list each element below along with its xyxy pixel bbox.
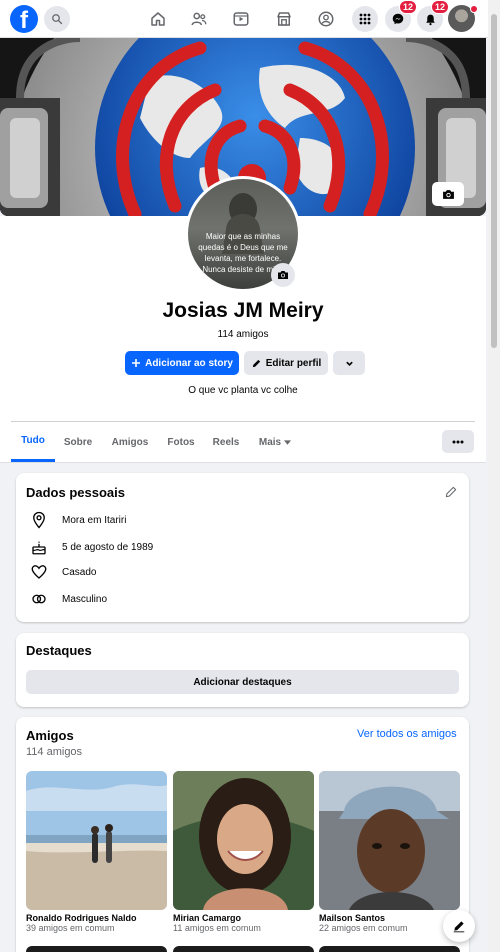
bell-icon <box>425 14 435 25</box>
home-nav-button[interactable] <box>148 9 168 29</box>
selfie-photo <box>319 771 460 910</box>
highlights-title: Destaques <box>26 643 92 658</box>
scrollbar-thumb[interactable] <box>491 14 497 348</box>
friends-count: 114 amigos <box>26 746 83 758</box>
friend-card[interactable]: Ronaldo Rodrigues Naldo 39 amigos em com… <box>26 771 167 933</box>
profile-tabs: Tudo Sobre Amigos Fotos Reels Mais <box>11 422 475 462</box>
friend-card[interactable]: Mailson Santos 22 amigos em comum <box>319 771 460 933</box>
marketplace-nav-button[interactable] <box>274 9 294 29</box>
page-scrollbar[interactable] <box>488 0 500 952</box>
new-message-button[interactable] <box>443 910 475 942</box>
highlights-card: Destaques Adicionar destaques <box>16 633 469 707</box>
tabs-overflow-button[interactable] <box>442 430 474 453</box>
messenger-badge: 12 <box>398 0 417 14</box>
account-avatar[interactable] <box>448 5 478 32</box>
chevron-down-icon <box>345 361 353 366</box>
facebook-logo-letter: f <box>20 7 28 33</box>
friend-photo-next-row <box>319 946 460 952</box>
detail-birthday-text: 5 de agosto de 1989 <box>62 541 154 553</box>
friend-name[interactable]: Mailson Santos <box>319 913 460 923</box>
detail-birthday: 5 de agosto de 1989 <box>30 537 153 557</box>
friend-name[interactable]: Mirian Camargo <box>173 913 314 923</box>
top-navigation-bar: f 12 12 <box>0 0 488 38</box>
account-alert-dot <box>470 5 478 13</box>
edit-cover-button[interactable] <box>432 182 464 206</box>
notifications-button[interactable]: 12 <box>417 0 449 32</box>
facebook-logo[interactable]: f <box>10 5 38 33</box>
tab-more[interactable]: Mais <box>253 422 297 462</box>
friend-photo[interactable] <box>319 771 460 910</box>
friend-photo-next-row <box>173 946 314 952</box>
friend-name[interactable]: Ronaldo Rodrigues Naldo <box>26 913 167 923</box>
portrait-photo <box>173 771 314 910</box>
marketplace-icon <box>277 12 291 26</box>
location-icon <box>33 511 45 529</box>
personal-details-title: Dados pessoais <box>26 485 125 500</box>
friends-title: Amigos <box>26 728 74 743</box>
tab-reels[interactable]: Reels <box>209 422 243 462</box>
detail-gender-text: Masculino <box>62 593 108 605</box>
edit-pencil-icon[interactable] <box>444 485 458 499</box>
detail-gender: Masculino <box>30 589 107 609</box>
add-highlights-button[interactable]: Adicionar destaques <box>26 670 459 694</box>
menu-button[interactable] <box>352 6 378 32</box>
search-icon <box>52 14 63 25</box>
add-to-story-button[interactable]: Adicionar ao story <box>125 351 239 375</box>
personal-details-card: Dados pessoais Mora em Itariri 5 de agos… <box>16 473 469 622</box>
compose-icon <box>453 921 465 933</box>
friend-photo[interactable] <box>26 771 167 910</box>
friend-mutual: 39 amigos em comum <box>26 923 115 933</box>
edit-profile-picture-button[interactable] <box>271 263 295 287</box>
home-icon <box>151 12 165 26</box>
tab-more-label: Mais <box>258 436 282 448</box>
tab-about[interactable]: Sobre <box>57 422 99 462</box>
grid-menu-icon <box>359 13 371 25</box>
friend-mutual: 11 amigos em comum <box>173 923 261 933</box>
heart-icon <box>31 565 47 579</box>
camera-icon <box>442 189 454 199</box>
detail-location-text: Mora em Itariri <box>62 514 127 526</box>
tab-friends[interactable]: Amigos <box>107 422 153 462</box>
detail-location: Mora em Itariri <box>30 510 126 530</box>
caret-down-icon <box>284 439 292 445</box>
search-button[interactable] <box>44 6 70 32</box>
notifications-badge: 12 <box>430 0 449 14</box>
detail-relationship: Casado <box>30 562 96 582</box>
edit-profile-label: Editar perfil <box>265 357 322 369</box>
video-icon <box>233 12 249 26</box>
add-to-story-label: Adicionar ao story <box>145 357 233 369</box>
groups-icon <box>318 11 334 27</box>
friends-icon <box>191 12 207 26</box>
gender-icon <box>32 594 46 604</box>
friends-card: Amigos 114 amigos Ver todos os amigos Ro… <box>16 717 469 952</box>
tab-photos[interactable]: Fotos <box>163 422 199 462</box>
watch-nav-button[interactable] <box>231 9 251 29</box>
messenger-button[interactable]: 12 <box>385 0 417 32</box>
pencil-icon <box>252 359 260 367</box>
messenger-icon <box>392 13 404 25</box>
friend-count[interactable]: 114 amigos <box>0 329 486 340</box>
friend-photo[interactable] <box>173 771 314 910</box>
friends-nav-button[interactable] <box>189 9 209 29</box>
birthday-cake-icon <box>32 541 46 555</box>
more-dots-icon <box>452 440 464 443</box>
profile-bio: O que vc planta vc colhe <box>188 385 298 396</box>
camera-icon <box>278 271 288 279</box>
friend-mutual: 22 amigos em comum <box>319 923 408 933</box>
profile-name: Josias JM Meiry <box>162 299 324 322</box>
plus-icon <box>132 359 141 367</box>
detail-relationship-text: Casado <box>62 566 97 578</box>
tab-all[interactable]: Tudo <box>11 422 55 462</box>
see-all-friends-link[interactable]: Ver todos os amigos <box>357 728 457 740</box>
beach-photo <box>26 771 167 910</box>
groups-nav-button[interactable] <box>316 9 336 29</box>
edit-profile-button[interactable]: Editar perfil <box>244 351 328 375</box>
profile-more-button[interactable] <box>333 351 365 375</box>
friend-photo-next-row <box>26 946 167 952</box>
friend-card[interactable]: Mirian Camargo 11 amigos em comum <box>173 771 314 933</box>
header-bottom-border <box>0 462 486 463</box>
